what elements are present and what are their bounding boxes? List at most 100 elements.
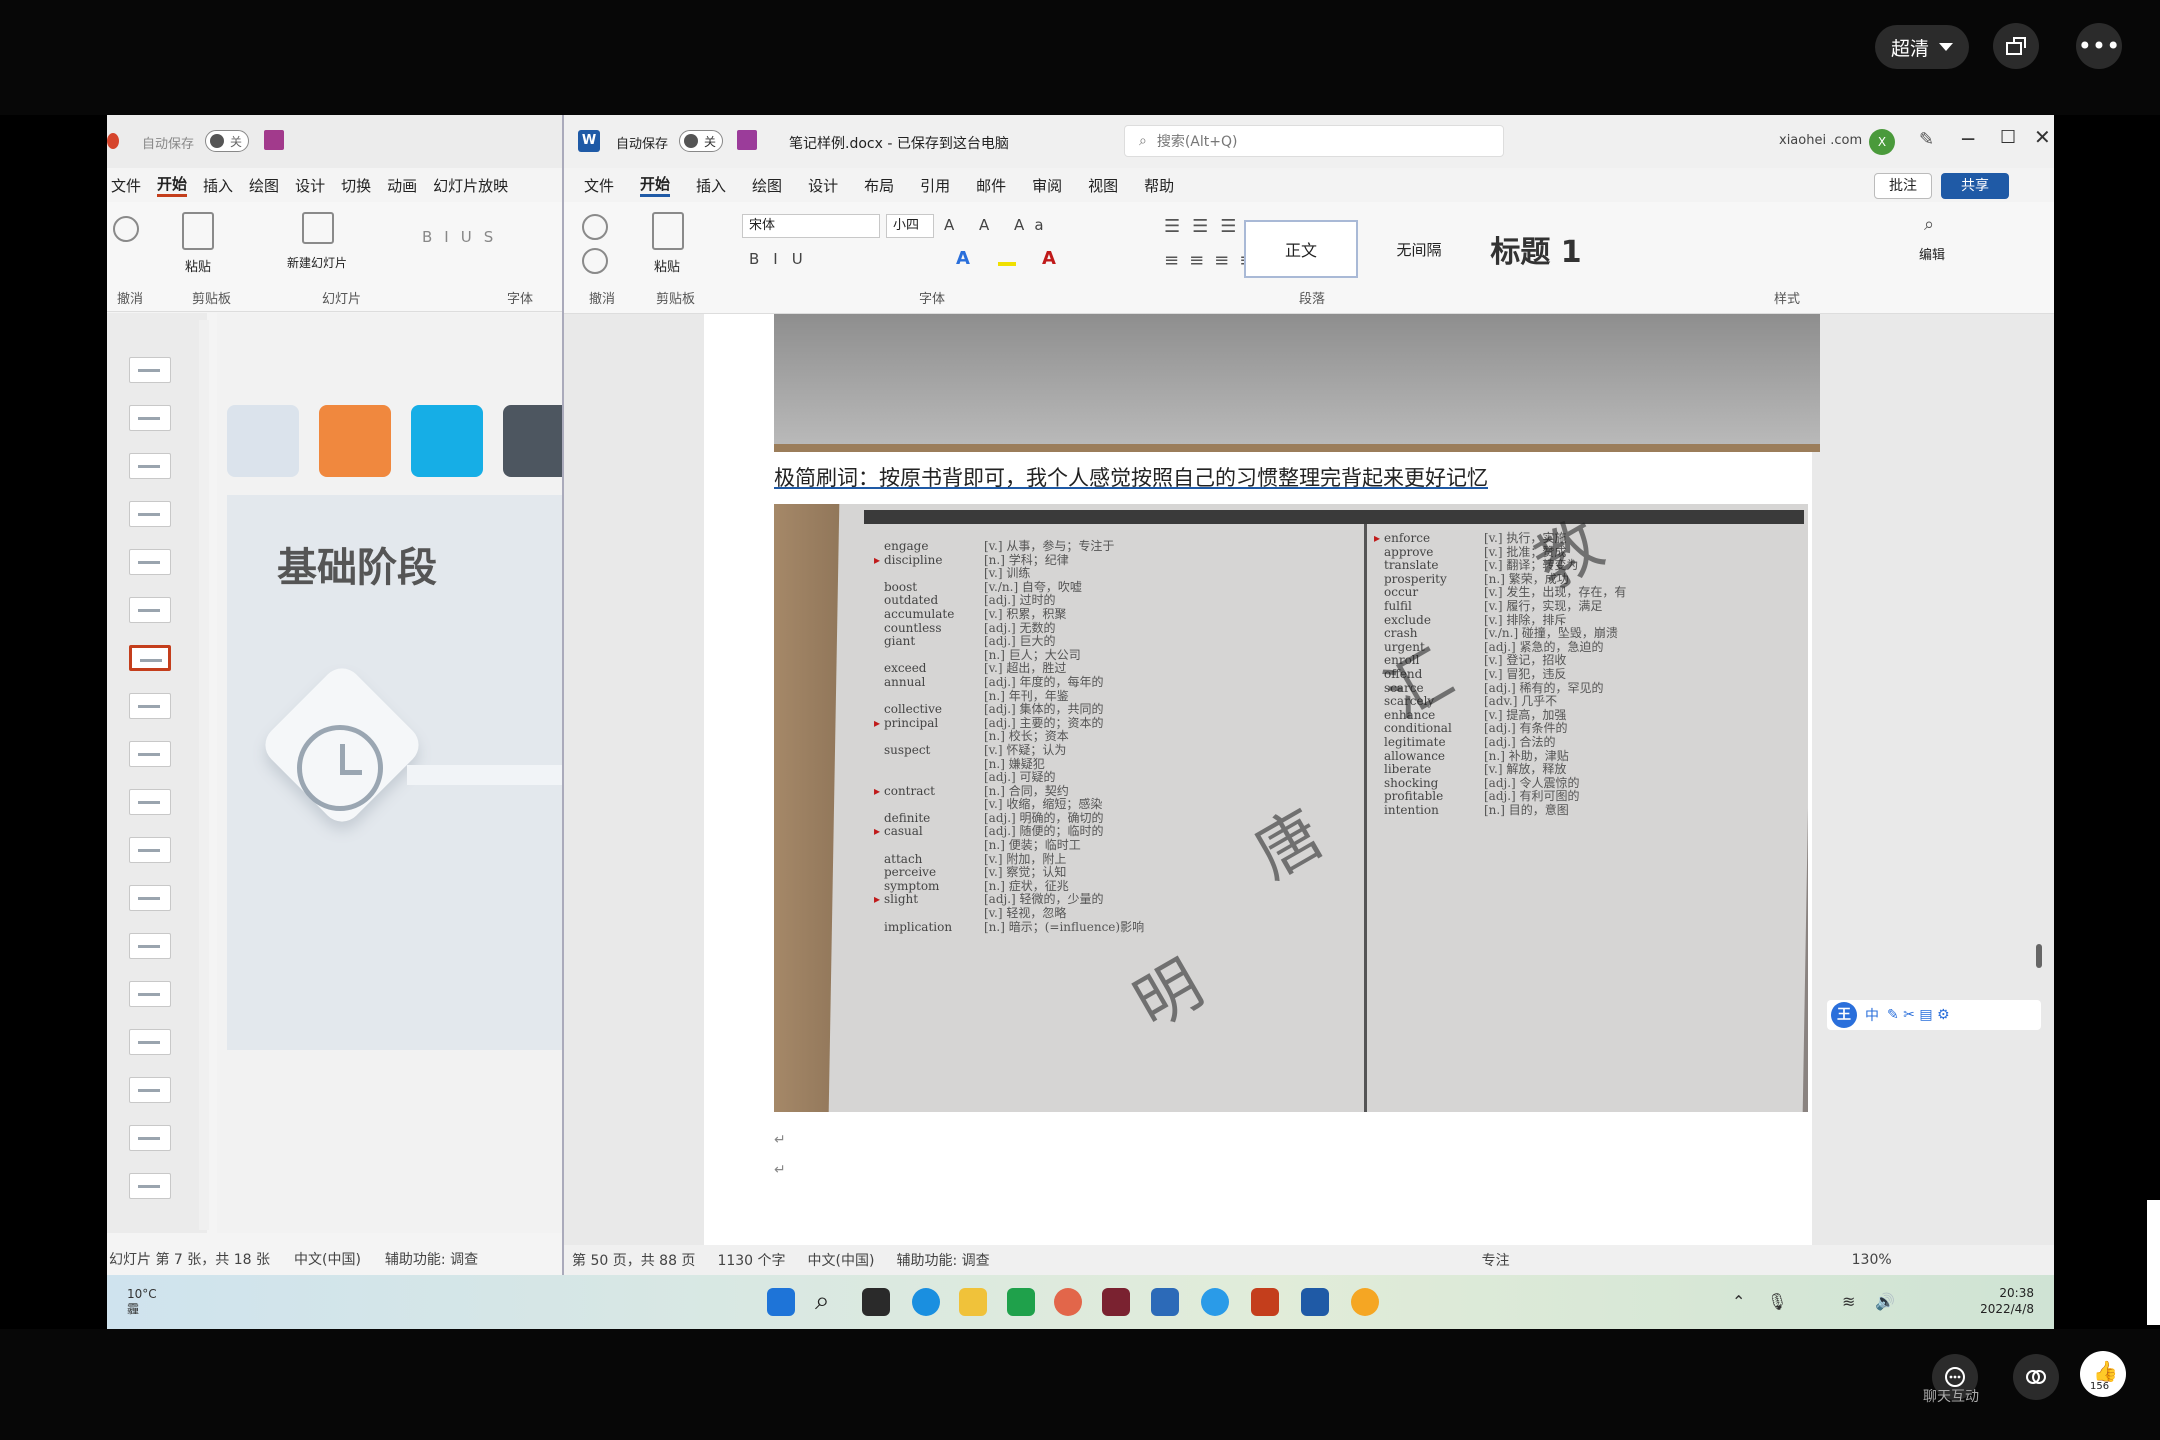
slide-thumbnail[interactable]	[129, 453, 171, 479]
app-icon[interactable]	[1351, 1288, 1379, 1316]
word-accessibility[interactable]: 辅助功能: 调查	[896, 1250, 989, 1270]
ppt-menu-slideshow[interactable]: 幻灯片放映	[433, 175, 508, 196]
share-screen-icon[interactable]	[1993, 23, 2039, 69]
search-box[interactable]: ⌕ 搜索(Alt+Q)	[1124, 125, 1504, 157]
ppt-menu-transitions[interactable]: 切换	[341, 175, 371, 196]
slide-thumbnail[interactable]	[129, 693, 171, 719]
focus-mode-button[interactable]: 专注	[1482, 1250, 1510, 1270]
ime-tools-icons[interactable]: ✎ ✂ ▤ ⚙	[1887, 1007, 1950, 1023]
paste-icon[interactable]	[182, 212, 214, 250]
ppt-autosave-toggle[interactable]	[205, 130, 249, 152]
slide-thumbnail-selected[interactable]	[129, 645, 171, 671]
new-slide-icon[interactable]	[302, 212, 334, 244]
ppt-menu-design[interactable]: 设计	[295, 175, 325, 196]
font-size-buttons[interactable]: A A Aa	[944, 216, 1054, 234]
slide-thumbnail[interactable]	[129, 1125, 171, 1151]
word-menu-review[interactable]: 审阅	[1032, 175, 1062, 196]
edge-icon[interactable]	[912, 1288, 940, 1316]
slide-thumbnail[interactable]	[129, 885, 171, 911]
word-menu-design[interactable]: 设计	[808, 175, 838, 196]
quality-selector[interactable]: 超清	[1875, 25, 1969, 69]
comment-button[interactable]: 批注	[1874, 173, 1932, 199]
style-no-spacing[interactable]: 无间隔	[1364, 220, 1474, 278]
word-menu-home[interactable]: 开始	[640, 173, 671, 197]
redo-icon[interactable]	[582, 248, 608, 274]
list-buttons[interactable]: ☰☰☰	[1164, 216, 1248, 237]
ime-toolbar[interactable]: 王 中 ✎ ✂ ▤ ⚙	[1827, 1000, 2041, 1030]
slide-thumbnail[interactable]	[129, 789, 171, 815]
ppt-font-format-buttons[interactable]: BIUS	[422, 228, 505, 246]
document-paragraph[interactable]: 极简刷词：按原书背即可，我个人感觉按照自己的习惯整理完背起来更好记忆	[774, 462, 1488, 492]
powerpoint-icon[interactable]	[1251, 1288, 1279, 1316]
scrollbar-thumb[interactable]	[2036, 944, 2042, 968]
ppt-menu-animations[interactable]: 动画	[387, 175, 417, 196]
slide-thumbnail[interactable]	[129, 837, 171, 863]
word-menu-view[interactable]: 视图	[1088, 175, 1118, 196]
ppt-save-icon[interactable]	[264, 130, 284, 150]
font-format-buttons[interactable]: BIU	[749, 250, 817, 268]
document-scrollbar[interactable]	[2032, 314, 2046, 1245]
link-icon[interactable]	[2013, 1354, 2059, 1400]
word-menu-file[interactable]: 文件	[584, 175, 614, 196]
font-color-icon[interactable]: A	[1042, 248, 1056, 269]
text-effects-icon[interactable]: A	[956, 248, 970, 269]
word-menu-mailings[interactable]: 邮件	[976, 175, 1006, 196]
slide-thumbnail[interactable]	[129, 1029, 171, 1055]
ppt-thumb-scrollbar[interactable]	[199, 320, 209, 1230]
highlight-icon[interactable]	[998, 248, 1016, 266]
slide-thumbnail[interactable]	[129, 1173, 171, 1199]
tray-chevron-icon[interactable]: ⌃	[1732, 1292, 1745, 1311]
ppt-accessibility[interactable]: 辅助功能: 调查	[385, 1249, 478, 1269]
start-icon[interactable]	[767, 1288, 795, 1316]
chrome-icon[interactable]	[1054, 1288, 1082, 1316]
task-view-icon[interactable]	[862, 1288, 890, 1316]
pen-icon[interactable]: ✎	[1919, 129, 1934, 150]
word-language[interactable]: 中文(中国)	[808, 1250, 875, 1270]
style-normal[interactable]: 正文	[1244, 220, 1358, 278]
share-button[interactable]: 共享	[1941, 173, 2009, 199]
slide-thumbnail[interactable]	[129, 933, 171, 959]
app-icon[interactable]	[1201, 1288, 1229, 1316]
slide-thumbnail[interactable]	[129, 405, 171, 431]
app-icon[interactable]	[1007, 1288, 1035, 1316]
file-explorer-icon[interactable]	[959, 1288, 987, 1316]
slide-thumbnail[interactable]	[129, 597, 171, 623]
word-counter[interactable]: 1130 个字	[717, 1250, 785, 1270]
slide-thumbnail[interactable]	[129, 357, 171, 383]
ime-mode[interactable]: 中	[1865, 1005, 1879, 1025]
document-area[interactable]: 极简刷词：按原书背即可，我个人感觉按照自己的习惯整理完背起来更好记忆 engag…	[564, 314, 2054, 1245]
undo-icon[interactable]	[582, 214, 608, 240]
word-menu-layout[interactable]: 布局	[864, 175, 894, 196]
find-icon[interactable]: ⌕	[1924, 214, 1934, 235]
ppt-menu-home[interactable]: 开始	[157, 173, 188, 197]
close-icon[interactable]: ✕	[2034, 125, 2051, 149]
photos-icon[interactable]	[1151, 1288, 1179, 1316]
edit-label[interactable]: 编辑	[1919, 244, 1945, 263]
font-name-select[interactable]: 宋体	[742, 214, 880, 238]
app-icon[interactable]	[1102, 1288, 1130, 1316]
ppt-menu-file[interactable]: 文件	[111, 175, 141, 196]
ppt-menu-draw[interactable]: 绘图	[249, 175, 279, 196]
maximize-icon[interactable]: ☐	[2000, 127, 2016, 148]
slide-thumbnail[interactable]	[129, 741, 171, 767]
wifi-icon[interactable]: ≋	[1842, 1292, 1855, 1311]
font-size-select[interactable]: 小四	[886, 214, 934, 238]
word-menu-draw[interactable]: 绘图	[752, 175, 782, 196]
word-autosave-toggle[interactable]	[679, 130, 723, 152]
zoom-level[interactable]: 130%	[1852, 1252, 1892, 1268]
search-icon[interactable]: ⌕	[815, 1288, 843, 1316]
document-page[interactable]: 极简刷词：按原书背即可，我个人感觉按照自己的习惯整理完背起来更好记忆 engag…	[704, 314, 1820, 1245]
avatar[interactable]: X	[1869, 129, 1895, 155]
ppt-menu-insert[interactable]: 插入	[203, 175, 233, 196]
style-heading-1[interactable]: 标题 1	[1476, 220, 1596, 278]
slide-thumbnail[interactable]	[129, 981, 171, 1007]
word-menu-insert[interactable]: 插入	[696, 175, 726, 196]
slide-thumbnail[interactable]	[129, 501, 171, 527]
word-menu-references[interactable]: 引用	[920, 175, 950, 196]
document-title[interactable]: 笔记样例.docx - 已保存到这台电脑	[789, 133, 1009, 153]
slide-thumbnail[interactable]	[129, 1077, 171, 1103]
word-save-icon[interactable]	[737, 130, 757, 150]
undo-icon[interactable]	[113, 216, 139, 242]
minimize-icon[interactable]: ─	[1962, 127, 1974, 151]
weather-widget[interactable]: 10°C 霾	[127, 1287, 157, 1317]
